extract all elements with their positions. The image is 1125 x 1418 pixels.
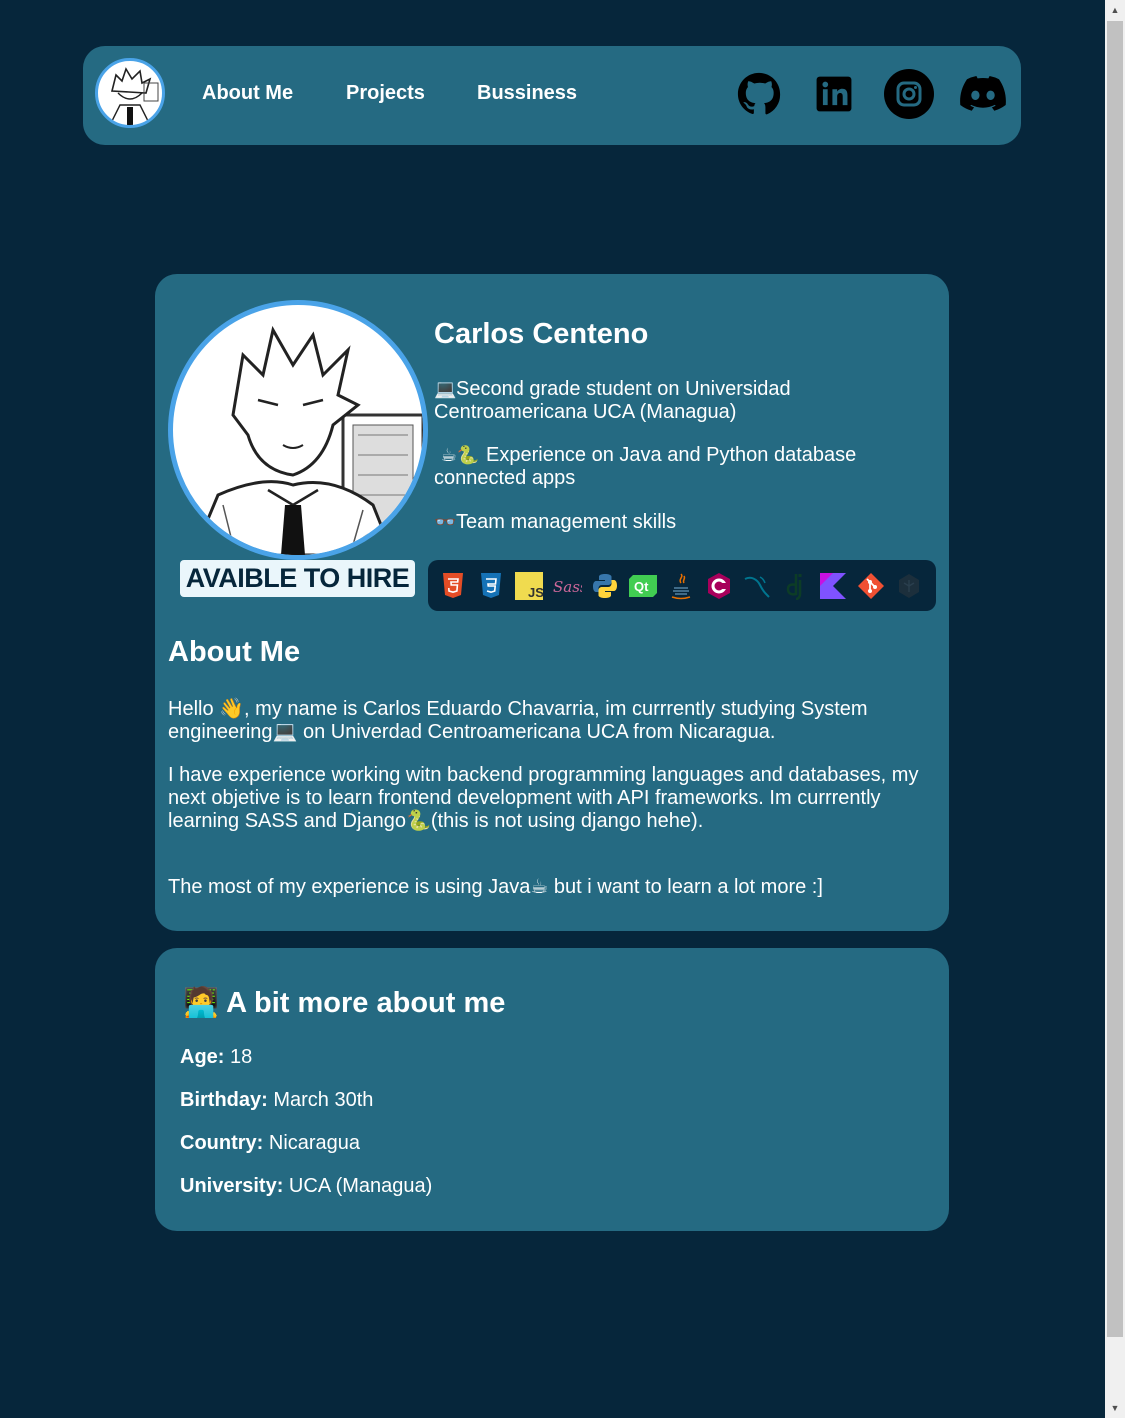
coffee-icon: ☕	[530, 876, 549, 898]
profile-avatar	[168, 300, 428, 560]
fact-label: Birthday:	[180, 1089, 268, 1111]
nav-link-bussiness[interactable]: Bussiness	[477, 82, 577, 105]
git-icon	[856, 571, 886, 601]
linkedin-icon[interactable]	[808, 68, 860, 120]
laptop-icon: 💻	[272, 721, 298, 743]
about-paragraph-3: The most of my experience is using Java☕…	[168, 876, 938, 899]
fact-label: University:	[180, 1175, 284, 1197]
nav-avatar[interactable]	[95, 58, 165, 128]
coffee-snake-icon: ☕🐍	[440, 445, 480, 465]
fact-label: Country:	[180, 1132, 264, 1154]
text: but i want to learn a lot more :]	[548, 876, 823, 898]
info-line: ☕🐍 Experience on Java and Python database…	[434, 444, 914, 490]
text: (this is not using django hehe).	[430, 810, 704, 832]
scroll-thumb[interactable]	[1107, 21, 1123, 1337]
profile-card: AVAIBLE TO HIRE Carlos Centeno 💻Second g…	[155, 274, 949, 931]
discord-icon[interactable]	[957, 68, 1009, 120]
snake-icon: 🐍	[405, 810, 431, 832]
info-line: 👓Team management skills	[434, 511, 914, 534]
java-icon	[666, 571, 696, 601]
fact-value: UCA (Managua)	[283, 1175, 433, 1197]
svg-text:Sass: Sass	[553, 578, 582, 596]
title-text: A bit more about me	[226, 987, 506, 1019]
scroll-up-arrow-icon[interactable]: ▲	[1105, 0, 1125, 20]
hire-badge: AVAIBLE TO HIRE	[180, 560, 415, 597]
html5-icon	[438, 571, 468, 601]
qt-icon: Qt	[628, 571, 658, 601]
glasses-icon: 👓	[434, 512, 457, 532]
fact-age: Age: 18	[180, 1046, 252, 1069]
info-line: 💻Second grade student on Universidad Cen…	[434, 378, 914, 424]
fact-value: Nicaragua	[263, 1132, 361, 1154]
text: on Univerdad Centroamericana UCA from Ni…	[297, 721, 776, 743]
about-paragraph-2: I have experience working witn backend p…	[168, 764, 938, 833]
vertical-scrollbar[interactable]: ▲ ▼	[1105, 0, 1125, 1418]
fact-value: 18	[224, 1046, 253, 1068]
text: Hello	[168, 698, 214, 720]
kotlin-icon	[818, 571, 848, 601]
sass-icon: Sass	[552, 571, 582, 601]
django-icon	[780, 571, 810, 601]
fact-university: University: UCA (Managua)	[180, 1175, 432, 1198]
technologist-icon: 🧑‍💻	[183, 987, 220, 1019]
skills-bar: JS Sass Qt	[428, 560, 936, 611]
scroll-down-arrow-icon[interactable]: ▼	[1105, 1398, 1125, 1418]
csharp-icon	[704, 571, 734, 601]
fact-label: Age:	[180, 1046, 225, 1068]
avatar-sketch-icon	[191, 325, 423, 555]
info-text: Team management skills	[456, 511, 677, 533]
fact-birthday: Birthday: March 30th	[180, 1089, 373, 1112]
github-icon[interactable]	[733, 68, 785, 120]
css3-icon	[476, 571, 506, 601]
instagram-icon[interactable]	[883, 68, 935, 120]
about-me-title: About Me	[168, 636, 301, 668]
profile-name: Carlos Centeno	[434, 318, 649, 350]
wave-icon: 👋	[219, 698, 245, 720]
svg-text:JS: JS	[528, 585, 543, 600]
text: The most of my experience is using Java	[168, 876, 531, 898]
js-icon: JS	[514, 571, 544, 601]
info-text: Experience on Java and Python database c…	[434, 444, 857, 489]
laptop-icon: 💻	[434, 379, 457, 399]
avatar-sketch-icon	[109, 67, 159, 125]
mysql-icon	[742, 571, 772, 601]
more-about-title: 🧑‍💻 A bit more about me	[183, 986, 505, 1020]
fact-country: Country: Nicaragua	[180, 1132, 360, 1155]
navbar: About Me Projects Bussiness	[83, 46, 1021, 145]
info-text: Second grade student on Universidad Cent…	[434, 378, 791, 423]
python-icon	[590, 571, 620, 601]
svg-text:Qt: Qt	[634, 579, 649, 594]
unity-icon	[894, 571, 924, 601]
nav-link-about-me[interactable]: About Me	[202, 82, 293, 105]
more-about-card: 🧑‍💻 A bit more about me Age: 18 Birthday…	[155, 948, 949, 1231]
fact-value: March 30th	[267, 1089, 374, 1111]
about-paragraph-1: Hello 👋, my name is Carlos Eduardo Chava…	[168, 698, 938, 744]
nav-link-projects[interactable]: Projects	[346, 82, 425, 105]
